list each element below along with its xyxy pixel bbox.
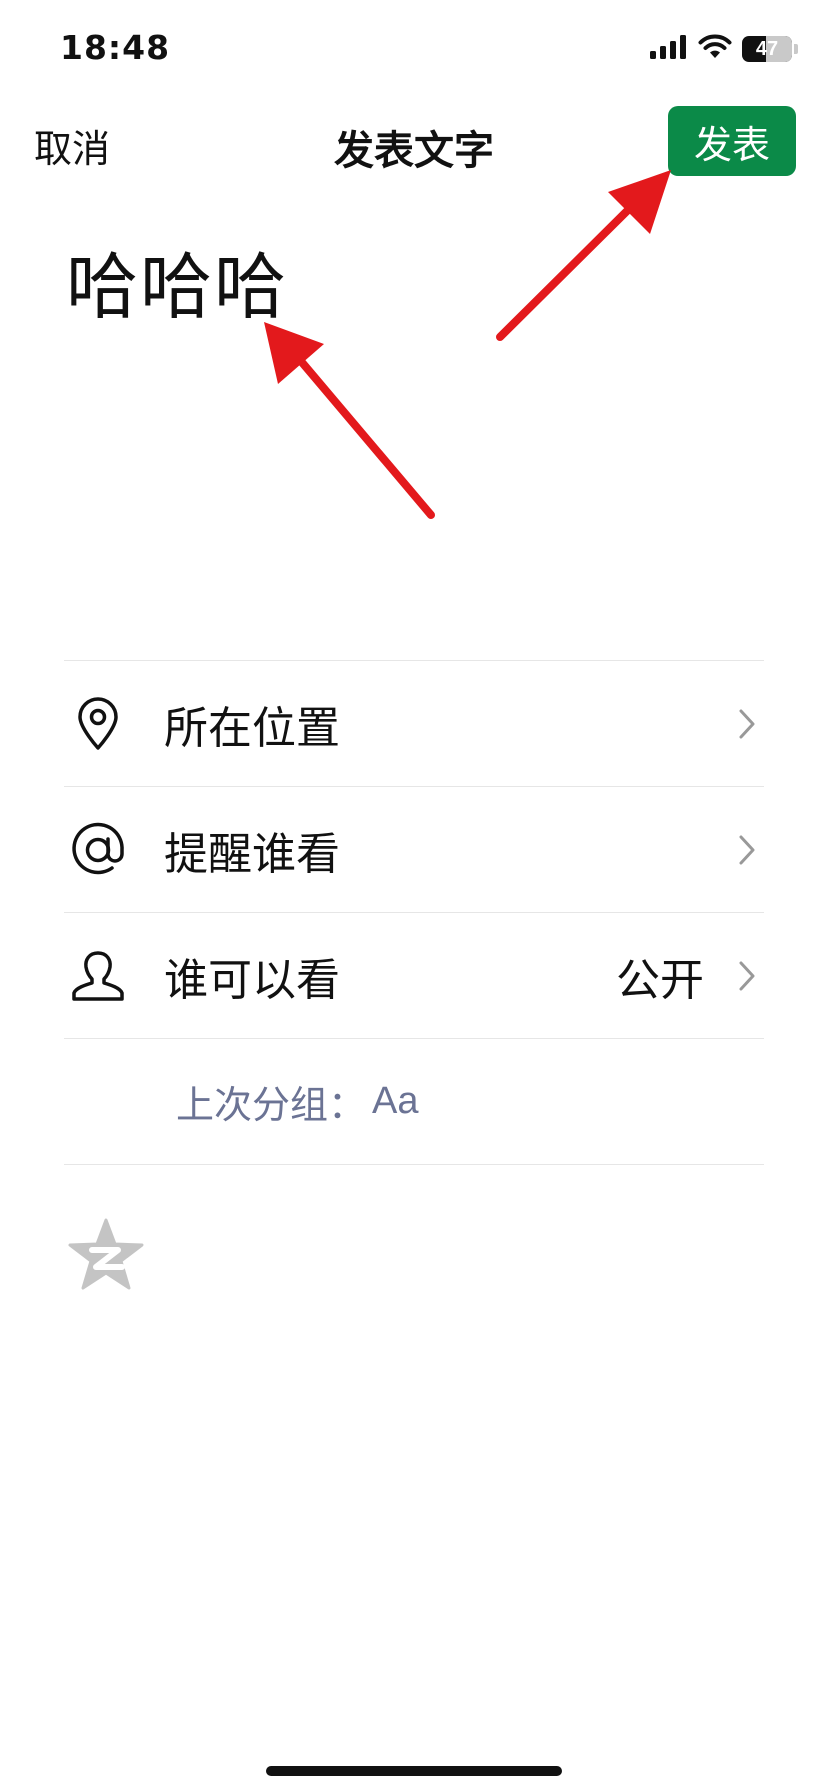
wifi-icon [698,34,732,64]
arrow-to-publish [496,170,671,341]
last-group-row[interactable]: 上次分组： Aa [64,1039,764,1165]
signal-icon [650,35,688,63]
visibility-value: 公开 [616,954,704,1006]
visibility-label: 谁可以看 [164,954,340,1006]
home-indicator[interactable] [266,1766,562,1776]
chevron-right-icon [734,956,760,996]
status-time: 18:48 [60,28,171,67]
battery-percent: 47 [755,37,779,60]
person-icon [68,946,128,1006]
visibility-row[interactable]: 谁可以看 公开 [64,913,764,1039]
location-pin-icon [68,694,128,754]
mention-label: 提醒谁看 [164,828,340,880]
qzone-share-icon[interactable] [68,1218,144,1290]
last-group-label: 上次分组： [176,1083,367,1127]
post-text-input[interactable]: 哈哈哈 [66,228,288,333]
status-bar: 18:48 47 [0,0,828,100]
options-list: 所在位置 提醒谁看 谁可以看 公开 上次分组： Aa [64,660,764,1165]
nav-bar: 取消 发表文字 发表 [0,100,828,190]
location-label: 所在位置 [164,702,340,754]
chevron-right-icon [734,830,760,870]
last-group-value: Aa [372,1080,419,1122]
mention-row[interactable]: 提醒谁看 [64,787,764,913]
battery-nub [794,44,798,54]
battery-icon: 47 [742,36,792,62]
status-icons: 47 [650,34,798,64]
location-row[interactable]: 所在位置 [64,661,764,787]
at-sign-icon [68,820,128,880]
arrow-to-post-text [264,322,435,519]
chevron-right-icon [734,704,760,744]
publish-button[interactable]: 发表 [668,106,796,176]
